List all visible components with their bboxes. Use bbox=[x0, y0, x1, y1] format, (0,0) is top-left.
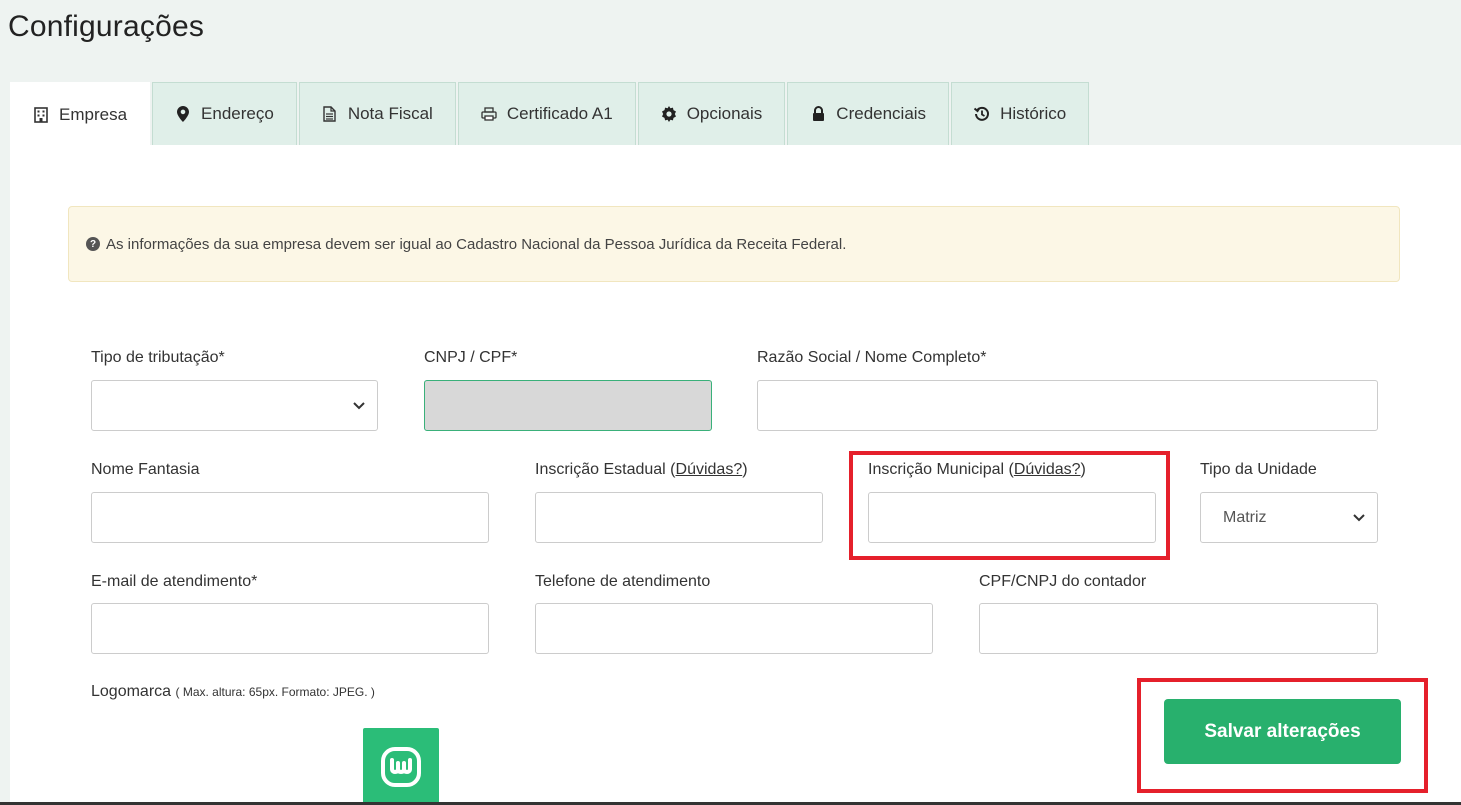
history-icon bbox=[974, 106, 990, 122]
tipo-tributacao-label: Tipo de tributação* bbox=[91, 349, 225, 366]
inscricao-estadual-help-link[interactable]: Dúvidas? bbox=[676, 461, 743, 478]
document-icon bbox=[322, 106, 338, 122]
tipo-unidade-label: Tipo da Unidade bbox=[1200, 461, 1317, 478]
map-marker-icon bbox=[175, 106, 191, 122]
cpf-cnpj-contador-label: CPF/CNPJ do contador bbox=[979, 573, 1147, 590]
page-title: Configurações bbox=[8, 10, 205, 43]
inscricao-estadual-label-text: Inscrição Estadual bbox=[535, 461, 666, 478]
settings-tabs: Empresa Endereço Nota Fiscal Certificado… bbox=[10, 82, 1091, 146]
tab-label: Opcionais bbox=[686, 104, 763, 123]
tab-label: Certificado A1 bbox=[506, 104, 613, 123]
tab-opcionais[interactable]: Opcionais bbox=[637, 82, 786, 145]
chevron-down-icon bbox=[1353, 509, 1365, 527]
logomarca-label: Logomarca ( Max. altura: 65px. Formato: … bbox=[91, 683, 375, 701]
tab-label: Histórico bbox=[1000, 104, 1067, 123]
lock-icon bbox=[810, 106, 826, 122]
tab-credenciais[interactable]: Credenciais bbox=[787, 82, 950, 145]
cpf-cnpj-contador-input[interactable] bbox=[979, 603, 1378, 654]
cnpj-cpf-input[interactable] bbox=[424, 380, 712, 431]
info-alert: ? As informações da sua empresa devem se… bbox=[68, 206, 1400, 282]
logomarca-label-text: Logomarca bbox=[91, 683, 172, 700]
chevron-down-icon bbox=[353, 397, 365, 415]
tab-empresa[interactable]: Empresa bbox=[10, 82, 151, 146]
tab-label: Endereço bbox=[201, 104, 274, 123]
tab-certificado-a1[interactable]: Certificado A1 bbox=[457, 82, 636, 145]
logo-w-icon bbox=[381, 746, 421, 787]
telefone-atendimento-label: Telefone de atendimento bbox=[535, 573, 711, 590]
tab-label: Credenciais bbox=[836, 104, 927, 123]
tipo-unidade-value: Matriz bbox=[1223, 508, 1267, 526]
razao-social-input[interactable] bbox=[757, 380, 1378, 431]
tab-historico[interactable]: Histórico bbox=[951, 82, 1090, 145]
tab-endereco[interactable]: Endereço bbox=[152, 82, 297, 145]
alert-text: As informações da sua empresa devem ser … bbox=[106, 235, 847, 253]
tipo-tributacao-select[interactable] bbox=[91, 380, 378, 431]
razao-social-label: Razão Social / Nome Completo* bbox=[757, 349, 987, 366]
inscricao-estadual-label: Inscrição Estadual (Dúvidas?) bbox=[535, 461, 748, 478]
gear-icon bbox=[661, 106, 677, 122]
question-circle-icon: ? bbox=[86, 237, 100, 251]
tab-nota-fiscal[interactable]: Nota Fiscal bbox=[298, 82, 456, 145]
inscricao-municipal-label: Inscrição Municipal (Dúvidas?) bbox=[868, 461, 1086, 478]
logo-image[interactable] bbox=[363, 728, 439, 805]
cnpj-cpf-label: CNPJ / CPF* bbox=[424, 349, 518, 366]
tab-label: Empresa bbox=[59, 104, 128, 124]
tipo-unidade-select[interactable]: Matriz bbox=[1200, 492, 1378, 543]
nome-fantasia-label: Nome Fantasia bbox=[91, 461, 200, 478]
nome-fantasia-input[interactable] bbox=[91, 492, 489, 543]
tab-panel-empresa: ? As informações da sua empresa devem se… bbox=[10, 145, 1461, 805]
email-atendimento-input[interactable] bbox=[91, 603, 489, 654]
email-atendimento-label: E-mail de atendimento* bbox=[91, 573, 258, 590]
building-icon bbox=[33, 106, 49, 123]
inscricao-estadual-input[interactable] bbox=[535, 492, 823, 543]
logomarca-hint: ( Max. altura: 65px. Formato: JPEG. ) bbox=[175, 685, 375, 699]
inscricao-municipal-label-text: Inscrição Municipal bbox=[868, 461, 1005, 478]
inscricao-municipal-help-link[interactable]: Dúvidas? bbox=[1014, 461, 1081, 478]
tab-label: Nota Fiscal bbox=[347, 104, 433, 123]
save-button[interactable]: Salvar alterações bbox=[1164, 699, 1401, 764]
telefone-atendimento-input[interactable] bbox=[535, 603, 933, 654]
inscricao-municipal-input[interactable] bbox=[868, 492, 1156, 543]
printer-icon bbox=[481, 106, 497, 122]
